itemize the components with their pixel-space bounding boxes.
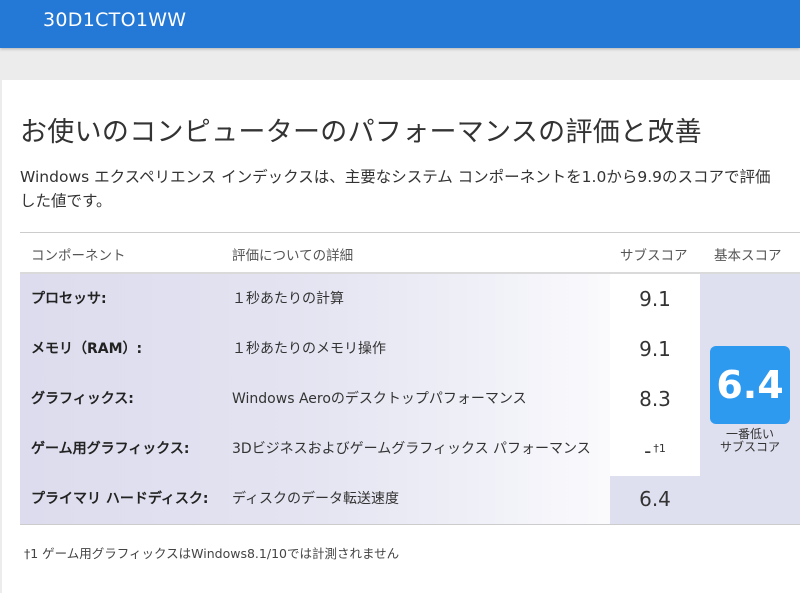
component-name: プライマリ ハードディスク:: [31, 491, 209, 507]
component-detail: ディスクのデータ転送速度: [232, 491, 400, 507]
column-header-component: コンポーネント: [31, 248, 126, 264]
page-description: Windows エクスペリエンス インデックスは、主要なシステム コンポーネント…: [20, 168, 771, 210]
table-row: ゲーム用グラフィックス: 3Dビジネスおよびゲームグラフィックス パフォーマンス…: [20, 424, 800, 474]
component-name: グラフィックス:: [31, 391, 134, 407]
component-detail: １秒あたりの計算: [232, 291, 344, 307]
column-header-subscore: サブスコア: [620, 248, 688, 264]
component-name: メモリ（RAM）:: [31, 341, 143, 357]
base-score-caption: 一番低い サブスコア: [719, 427, 780, 454]
subscore-value: - †1: [644, 439, 666, 463]
performance-card: お使いのコンピューターのパフォーマンスの評価と改善 Windows エクスペリエ…: [2, 80, 800, 593]
table-row: メモリ（RAM）: １秒あたりのメモリ操作 9.1: [20, 324, 800, 374]
component-detail: Windows Aeroのデスクトップパフォーマンス: [232, 391, 527, 407]
subscore-value: 6.4: [639, 487, 671, 511]
component-name: ゲーム用グラフィックス:: [31, 441, 190, 457]
footnote-text: †1 ゲーム用グラフィックスはWindows8.1/10では計測されません: [24, 546, 400, 561]
component-detail: １秒あたりのメモリ操作: [232, 341, 386, 357]
base-score-badge: 6.4: [710, 346, 790, 424]
table-top-divider: [20, 232, 800, 233]
table-row: プライマリ ハードディスク: ディスクのデータ転送速度 6.4: [20, 474, 800, 524]
column-header-base-score: 基本スコア: [714, 248, 782, 264]
component-detail: 3Dビジネスおよびゲームグラフィックス パフォーマンス: [232, 441, 591, 457]
table-bottom-divider: [20, 524, 800, 525]
table-row: プロセッサ: １秒あたりの計算 9.1: [20, 274, 800, 324]
table-row: グラフィックス: Windows Aeroのデスクトップパフォーマンス 8.3: [20, 374, 800, 424]
subscore-value: 9.1: [639, 287, 671, 311]
component-name: プロセッサ:: [31, 291, 107, 307]
subscore-value: 9.1: [639, 337, 671, 361]
top-bar: 30D1CTO1WW: [0, 0, 800, 48]
subscore-value: 8.3: [639, 387, 671, 411]
column-header-detail: 評価についての詳細: [232, 248, 354, 264]
computer-name: 30D1CTO1WW: [43, 9, 187, 31]
page-title: お使いのコンピューターのパフォーマンスの評価と改善: [20, 117, 702, 148]
footnote-marker: †1: [653, 442, 666, 455]
score-table: コンポーネント 評価についての詳細 サブスコア 基本スコア プロセッサ: １秒あ…: [20, 232, 800, 525]
